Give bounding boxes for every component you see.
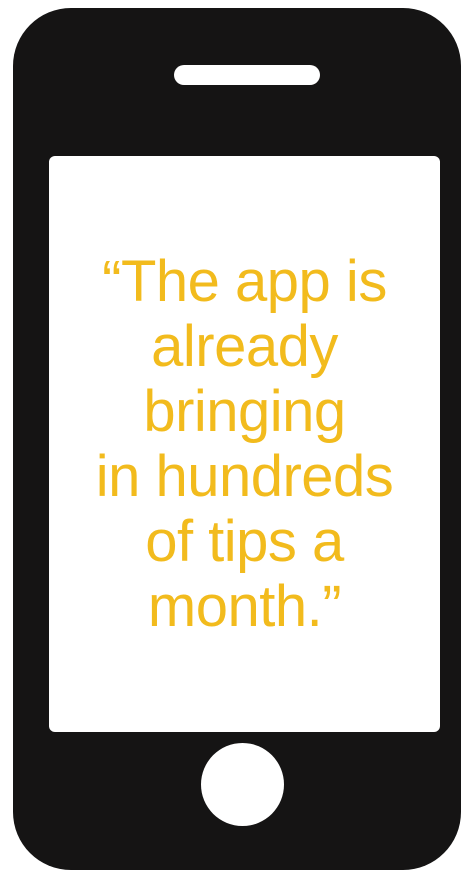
speaker-slot-icon xyxy=(174,65,320,85)
home-button-icon xyxy=(201,743,284,826)
phone-screen: “The app is already bringing in hundreds… xyxy=(49,156,440,732)
screen-quote: “The app is already bringing in hundreds… xyxy=(95,249,394,639)
phone-illustration: “The app is already bringing in hundreds… xyxy=(0,0,470,875)
